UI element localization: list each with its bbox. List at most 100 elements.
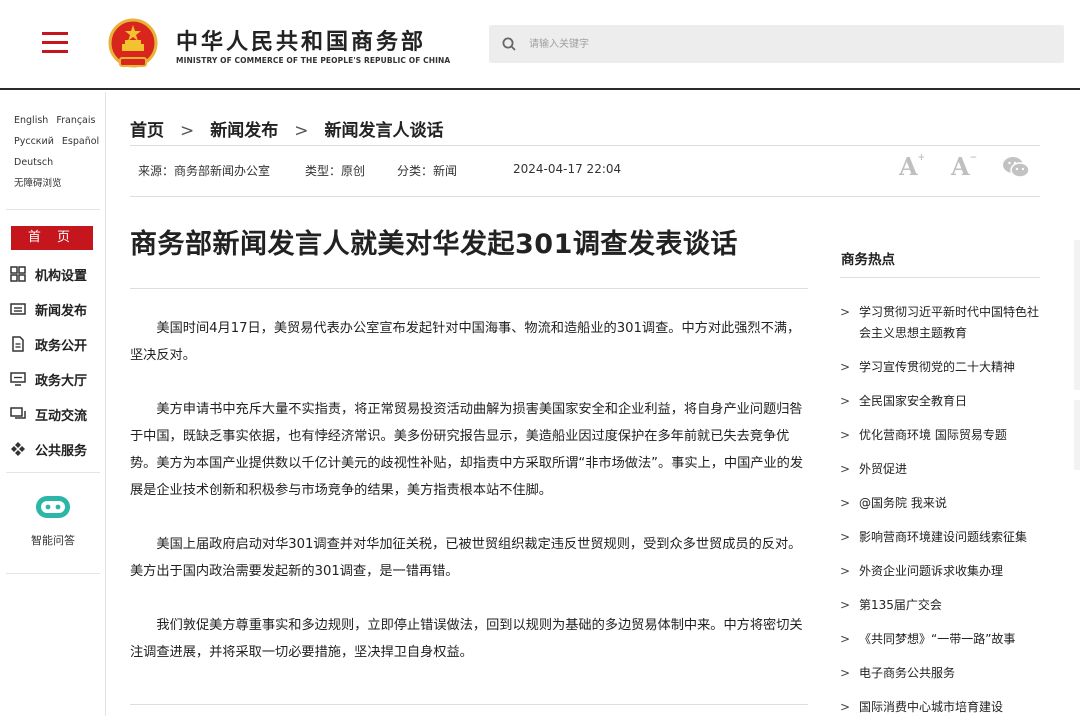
article-paragraph: 美国时间4月17日，美贸易代表办公室宣布发起针对中国海事、物流和造船业的301调… [130,321,801,363]
newspaper-icon [10,303,26,315]
chevron-right-icon: > [840,564,851,578]
hot-topic-item[interactable]: > 外贸促进 [840,459,1040,493]
sidebar-item-label: 公共服务 [35,444,88,459]
breadcrumb: 首页 > 新闻发布 > 新闻发言人谈话 [130,116,444,141]
article-paragraph: 美国上届政府启动对华301调查并对华加征关税，已被世贸组织裁定违反世贸规则，受到… [130,537,802,579]
hot-topic-label: 外贸促进 [859,462,908,476]
menu-icon[interactable] [42,32,68,54]
divider [130,288,808,289]
chevron-right-icon: > [840,428,851,442]
hot-topic-item[interactable]: > 国际消费中心城市培育建设 [840,697,1040,716]
brand-title-en: MINISTRY OF COMMERCE OF THE PEOPLE'S REP… [176,56,451,65]
chevron-right-icon: > [840,496,851,510]
search-icon[interactable] [501,36,517,52]
font-increase-label: A [899,152,918,181]
hot-topic-item[interactable]: > 全民国家安全教育日 [840,391,1040,425]
sidebar-item-label: 政务公开 [35,339,88,354]
font-increase-button[interactable]: A+ [899,152,925,181]
lang-spanish[interactable]: Español [62,136,99,147]
smart-qa-button[interactable]: 智能问答 [0,492,106,548]
breadcrumb-home[interactable]: 首页 [130,121,164,141]
monitor-icon [10,372,26,386]
hot-topic-item[interactable]: > 学习贯彻习近平新时代中国特色社会主义思想主题教育 [840,302,1040,357]
chevron-right-icon: > [840,700,851,714]
service-icon [11,442,25,456]
chevron-right-icon: > [840,530,851,544]
national-emblem-icon [108,18,158,68]
lang-english[interactable]: English [14,115,48,126]
divider [6,573,100,574]
chevron-right-icon: > [840,462,851,476]
divider [130,196,1040,197]
hot-topics-title: 商务热点 [841,252,895,268]
brand-title-cn[interactable]: 中华人民共和国商务部 [176,24,426,56]
sidebar-item-interaction[interactable]: 互动交流 [10,398,100,433]
site-header: 中华人民共和国商务部 MINISTRY OF COMMERCE OF THE P… [0,0,1080,90]
hot-topic-label: 第135届广交会 [859,598,942,612]
hot-topics-list: > 学习贯彻习近平新时代中国特色社会主义思想主题教育 > 学习宣传贯彻党的二十大精神… [840,302,1040,716]
lang-french[interactable]: Français [56,115,95,126]
accessibility-link[interactable]: 无障碍浏览 [14,178,62,189]
font-decrease-label: A [951,152,970,181]
hot-topic-label: 电子商务公共服务 [859,666,956,680]
sidebar-item-label: 新闻发布 [35,304,88,319]
article-type: 类型：原创 [305,164,366,178]
hot-topic-item[interactable]: > @国务院 我来说 [840,493,1040,527]
plus-icon: + [917,153,926,163]
divider [6,472,100,473]
chevron-right-icon: > [840,632,851,646]
left-sidebar: English Français Русский Español Deutsch 无… [0,92,106,716]
hot-topic-label: 全民国家安全教育日 [859,394,968,408]
hot-topic-item[interactable]: > 第135届广交会 [840,595,1040,629]
sidebar-item-news[interactable]: 新闻发布 [10,293,100,328]
article-date: 2024-04-17 22:04 [513,162,622,176]
article-body: 美国时间4月17日，美贸易代表办公室宣布发起针对中国海事、物流和造船业的301调… [130,315,810,693]
hot-topic-item[interactable]: > 学习宣传贯彻党的二十大精神 [840,357,1040,391]
chat-icon [10,407,26,419]
sidebar-item-public-affairs[interactable]: 政务公开 [10,328,100,363]
sidebar-item-label: 机构设置 [35,269,88,284]
hot-topic-item[interactable]: > 外资企业问题诉求收集办理 [840,561,1040,595]
sidebar-item-public-service[interactable]: 公共服务 [10,433,100,468]
hot-topic-label: 优化营商环境 国际贸易专题 [859,428,1007,442]
breadcrumb-news[interactable]: 新闻发布 [210,121,278,141]
hot-topic-label: 影响营商环境建设问题线索征集 [859,530,1028,544]
chevron-right-icon: > [840,394,851,408]
lang-russian[interactable]: Русский [14,136,54,147]
smart-qa-label: 智能问答 [31,534,75,547]
lang-german[interactable]: Deutsch [14,157,53,168]
side-panel-edge [1074,240,1080,390]
document-icon [12,336,24,352]
sidebar-item-label: 互动交流 [35,409,88,424]
article-paragraph: 我们敦促美方尊重事实和多边规则，立即停止错误做法，回到以规则为基础的多边贸易体制… [130,618,803,660]
breadcrumb-separator: > [294,121,309,141]
side-panel-edge [1074,400,1080,470]
divider [130,704,808,705]
minus-icon: − [969,153,978,163]
language-switcher: English Français Русский Español Deutsch 无… [14,110,107,194]
chevron-right-icon: > [840,666,851,680]
hot-topic-item[interactable]: > 影响营商环境建设问题线索征集 [840,527,1040,561]
search-input[interactable] [529,33,1029,55]
breadcrumb-spokesperson[interactable]: 新闻发言人谈话 [325,121,444,141]
hot-topic-item[interactable]: > 电子商务公共服务 [840,663,1040,697]
sidebar-item-service-hall[interactable]: 政务大厅 [10,363,100,398]
sidebar-item-institutions[interactable]: 机构设置 [10,258,100,293]
home-button[interactable]: 首 页 [11,226,93,250]
sidebar-nav: 机构设置 新闻发布 政务公开 政务大厅 互动交流 公共服务 [10,258,100,468]
wechat-icon[interactable] [1002,155,1030,179]
robot-icon [36,496,70,518]
font-decrease-button[interactable]: A− [951,152,977,181]
breadcrumb-separator: > [180,121,195,141]
grid-icon [10,266,26,282]
hot-topic-label: 学习宣传贯彻党的二十大精神 [859,360,1016,374]
divider [130,145,1040,146]
article-title: 商务部新闻发言人就美对华发起301调查发表谈话 [130,229,738,260]
hot-topic-label: 外资企业问题诉求收集办理 [859,564,1004,578]
hot-topic-item[interactable]: > 《共同梦想》“一带一路”故事 [840,629,1040,663]
divider [6,209,100,210]
chevron-right-icon: > [840,305,851,319]
hot-topic-label: 国际消费中心城市培育建设 [859,700,1004,714]
hot-topic-item[interactable]: > 优化营商环境 国际贸易专题 [840,425,1040,459]
divider [840,277,1040,278]
